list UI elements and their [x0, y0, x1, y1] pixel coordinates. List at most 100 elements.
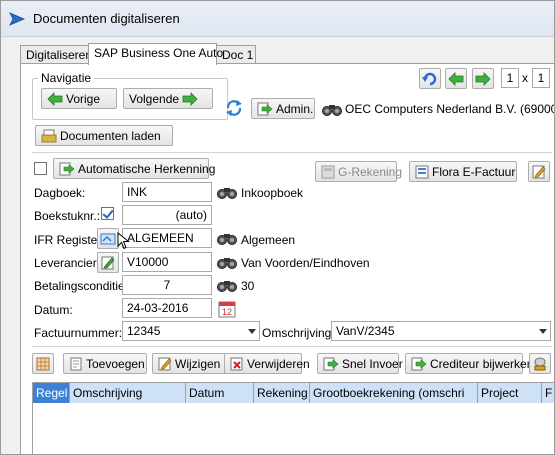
ifr-register-input[interactable]: ALGEMEEN	[122, 228, 212, 248]
next-label: Volgende	[129, 91, 180, 106]
arrow-left-icon	[448, 71, 464, 86]
leverancier-input[interactable]: V10000	[122, 252, 212, 272]
next-button[interactable]: Volgende	[123, 88, 213, 109]
edit-document-icon	[158, 357, 172, 371]
prev-button[interactable]: Vorige	[41, 88, 117, 109]
auto-recognition-button[interactable]: Automatische Herkenning	[53, 158, 215, 179]
binoculars-icon[interactable]	[216, 254, 238, 270]
binoculars-icon[interactable]	[321, 100, 343, 118]
binoculars-icon[interactable]	[216, 230, 238, 246]
column-header-omschrijving[interactable]: Omschrijving	[70, 383, 186, 403]
notepad-icon	[101, 256, 115, 270]
add-line-button[interactable]: Toevoegen	[63, 353, 147, 374]
title-bar: Documenten digitaliseren	[1, 1, 554, 37]
add-document-icon	[69, 357, 83, 371]
betalingsconditie-input[interactable]: 7	[122, 275, 212, 295]
undo-button[interactable]	[419, 68, 441, 89]
pager-prev-button[interactable]	[445, 68, 467, 89]
quick-input-icon	[323, 357, 339, 371]
omschrijving-label: Omschrijving:	[262, 326, 335, 340]
chevron-down-icon	[539, 329, 547, 334]
prev-label: Vorige	[66, 91, 101, 106]
mouse-cursor-icon	[116, 232, 132, 250]
grid-icon	[36, 357, 50, 371]
grid-header: Regel Omschrijving Datum Rekening Grootb…	[33, 383, 554, 403]
factuurnummer-input[interactable]: 12345	[122, 321, 260, 341]
grid-settings-button[interactable]	[32, 353, 54, 374]
datum-label: Datum:	[34, 303, 73, 317]
admin-button[interactable]: Admin.	[251, 98, 315, 119]
toolbar-divider	[32, 346, 552, 347]
arrow-right-icon	[475, 71, 491, 86]
add-line-label: Toevoegen	[86, 356, 145, 371]
undo-icon	[422, 72, 438, 86]
main-window: Documenten digitaliseren Digitaliseren S…	[0, 0, 555, 455]
auto-recognition-icon	[59, 162, 75, 176]
column-header-grootboekrekening[interactable]: Grootboekrekening (omschri	[310, 383, 478, 403]
dagboek-label: Dagboek:	[34, 186, 86, 200]
edit-line-label: Wijzigen	[175, 356, 221, 371]
auto-recognition-checkbox[interactable]	[34, 162, 47, 175]
boekstuknr-input[interactable]: (auto)	[122, 205, 212, 225]
calculator-icon	[321, 165, 335, 179]
delete-line-button[interactable]: Verwijderen	[224, 353, 310, 374]
boekstuknr-auto-checkbox[interactable]	[101, 207, 114, 220]
betalingsconditie-lookup-text: 30	[241, 279, 255, 293]
update-creditor-label: Crediteur bijwerken	[430, 356, 534, 371]
arrow-left-icon	[47, 91, 63, 106]
binoculars-icon[interactable]	[216, 277, 238, 293]
flora-icon	[415, 165, 429, 179]
leverancier-label: Leverancier:	[34, 256, 101, 270]
factuurnummer-label: Factuurnummer:	[34, 326, 123, 340]
dagboek-lookup-text: Inkoopboek	[241, 186, 304, 200]
dagboek-input[interactable]: INK	[122, 182, 212, 202]
edit-line-button[interactable]: Wijzigen	[152, 353, 230, 374]
window-title: Documenten digitaliseren	[33, 11, 180, 26]
column-header-regel[interactable]: Regel	[33, 383, 70, 403]
tab-digitaliseren[interactable]: Digitaliseren	[20, 45, 92, 64]
pager-current-input[interactable]: 1	[501, 68, 519, 88]
delete-icon	[230, 357, 244, 371]
refresh-icon[interactable]	[224, 98, 244, 118]
flora-e-factuur-button[interactable]: Flora E-Factuur	[409, 161, 517, 182]
calendar-icon[interactable]: 12	[216, 298, 238, 319]
arrow-right-icon	[182, 91, 198, 106]
omschrijving-input[interactable]: VanV/2345	[331, 321, 551, 341]
quick-input-label: Snel Invoer	[342, 356, 403, 371]
tab-sap-business-one-auto[interactable]: SAP Business One Auto	[88, 43, 223, 65]
load-documents-button[interactable]: Documenten laden	[35, 125, 173, 146]
factuurnummer-value: 12345	[127, 324, 161, 338]
omschrijving-value: VanV/2345	[336, 324, 395, 338]
pager-next-button[interactable]	[472, 68, 494, 89]
lines-grid[interactable]: Regel Omschrijving Datum Rekening Grootb…	[32, 382, 554, 454]
pager-total-field: 1	[532, 68, 550, 88]
pager-separator: x	[522, 71, 528, 85]
column-header-f[interactable]: F	[542, 383, 554, 403]
column-header-rekening[interactable]: Rekening	[254, 383, 310, 403]
navigation-legend: Navigatie	[41, 71, 92, 85]
column-header-datum[interactable]: Datum	[186, 383, 254, 403]
leverancier-edit-button[interactable]	[97, 252, 119, 273]
g-rekening-label: G-Rekening	[338, 164, 403, 179]
notes-button[interactable]	[528, 161, 550, 182]
ifr-register-lookup-text: Algemeen	[241, 233, 296, 247]
register-icon	[100, 232, 116, 246]
betalingsconditie-label: Betalingsconditie:	[34, 279, 129, 293]
notepad-icon	[532, 165, 546, 179]
update-creditor-button[interactable]: Crediteur bijwerken	[405, 353, 533, 374]
binoculars-icon[interactable]	[216, 184, 238, 200]
flora-label: Flora E-Factuur	[432, 164, 516, 179]
admin-arrow-icon	[257, 102, 273, 116]
admin-label: Admin.	[276, 101, 314, 116]
stamp-icon	[533, 357, 547, 371]
extra-tool-button[interactable]	[529, 353, 551, 374]
column-header-project[interactable]: Project	[478, 383, 542, 403]
datum-input[interactable]: 24-03-2016	[122, 298, 212, 318]
g-rekening-button[interactable]: G-Rekening	[315, 161, 402, 182]
quick-input-button[interactable]: Snel Invoer	[317, 353, 403, 374]
svg-text:12: 12	[222, 307, 232, 317]
tab-panel: Navigatie Vorige Volgende 1 x 1 Admin. O…	[20, 63, 554, 454]
documents-icon	[41, 129, 57, 143]
section-divider	[32, 152, 552, 153]
app-arrow-icon	[9, 11, 25, 27]
